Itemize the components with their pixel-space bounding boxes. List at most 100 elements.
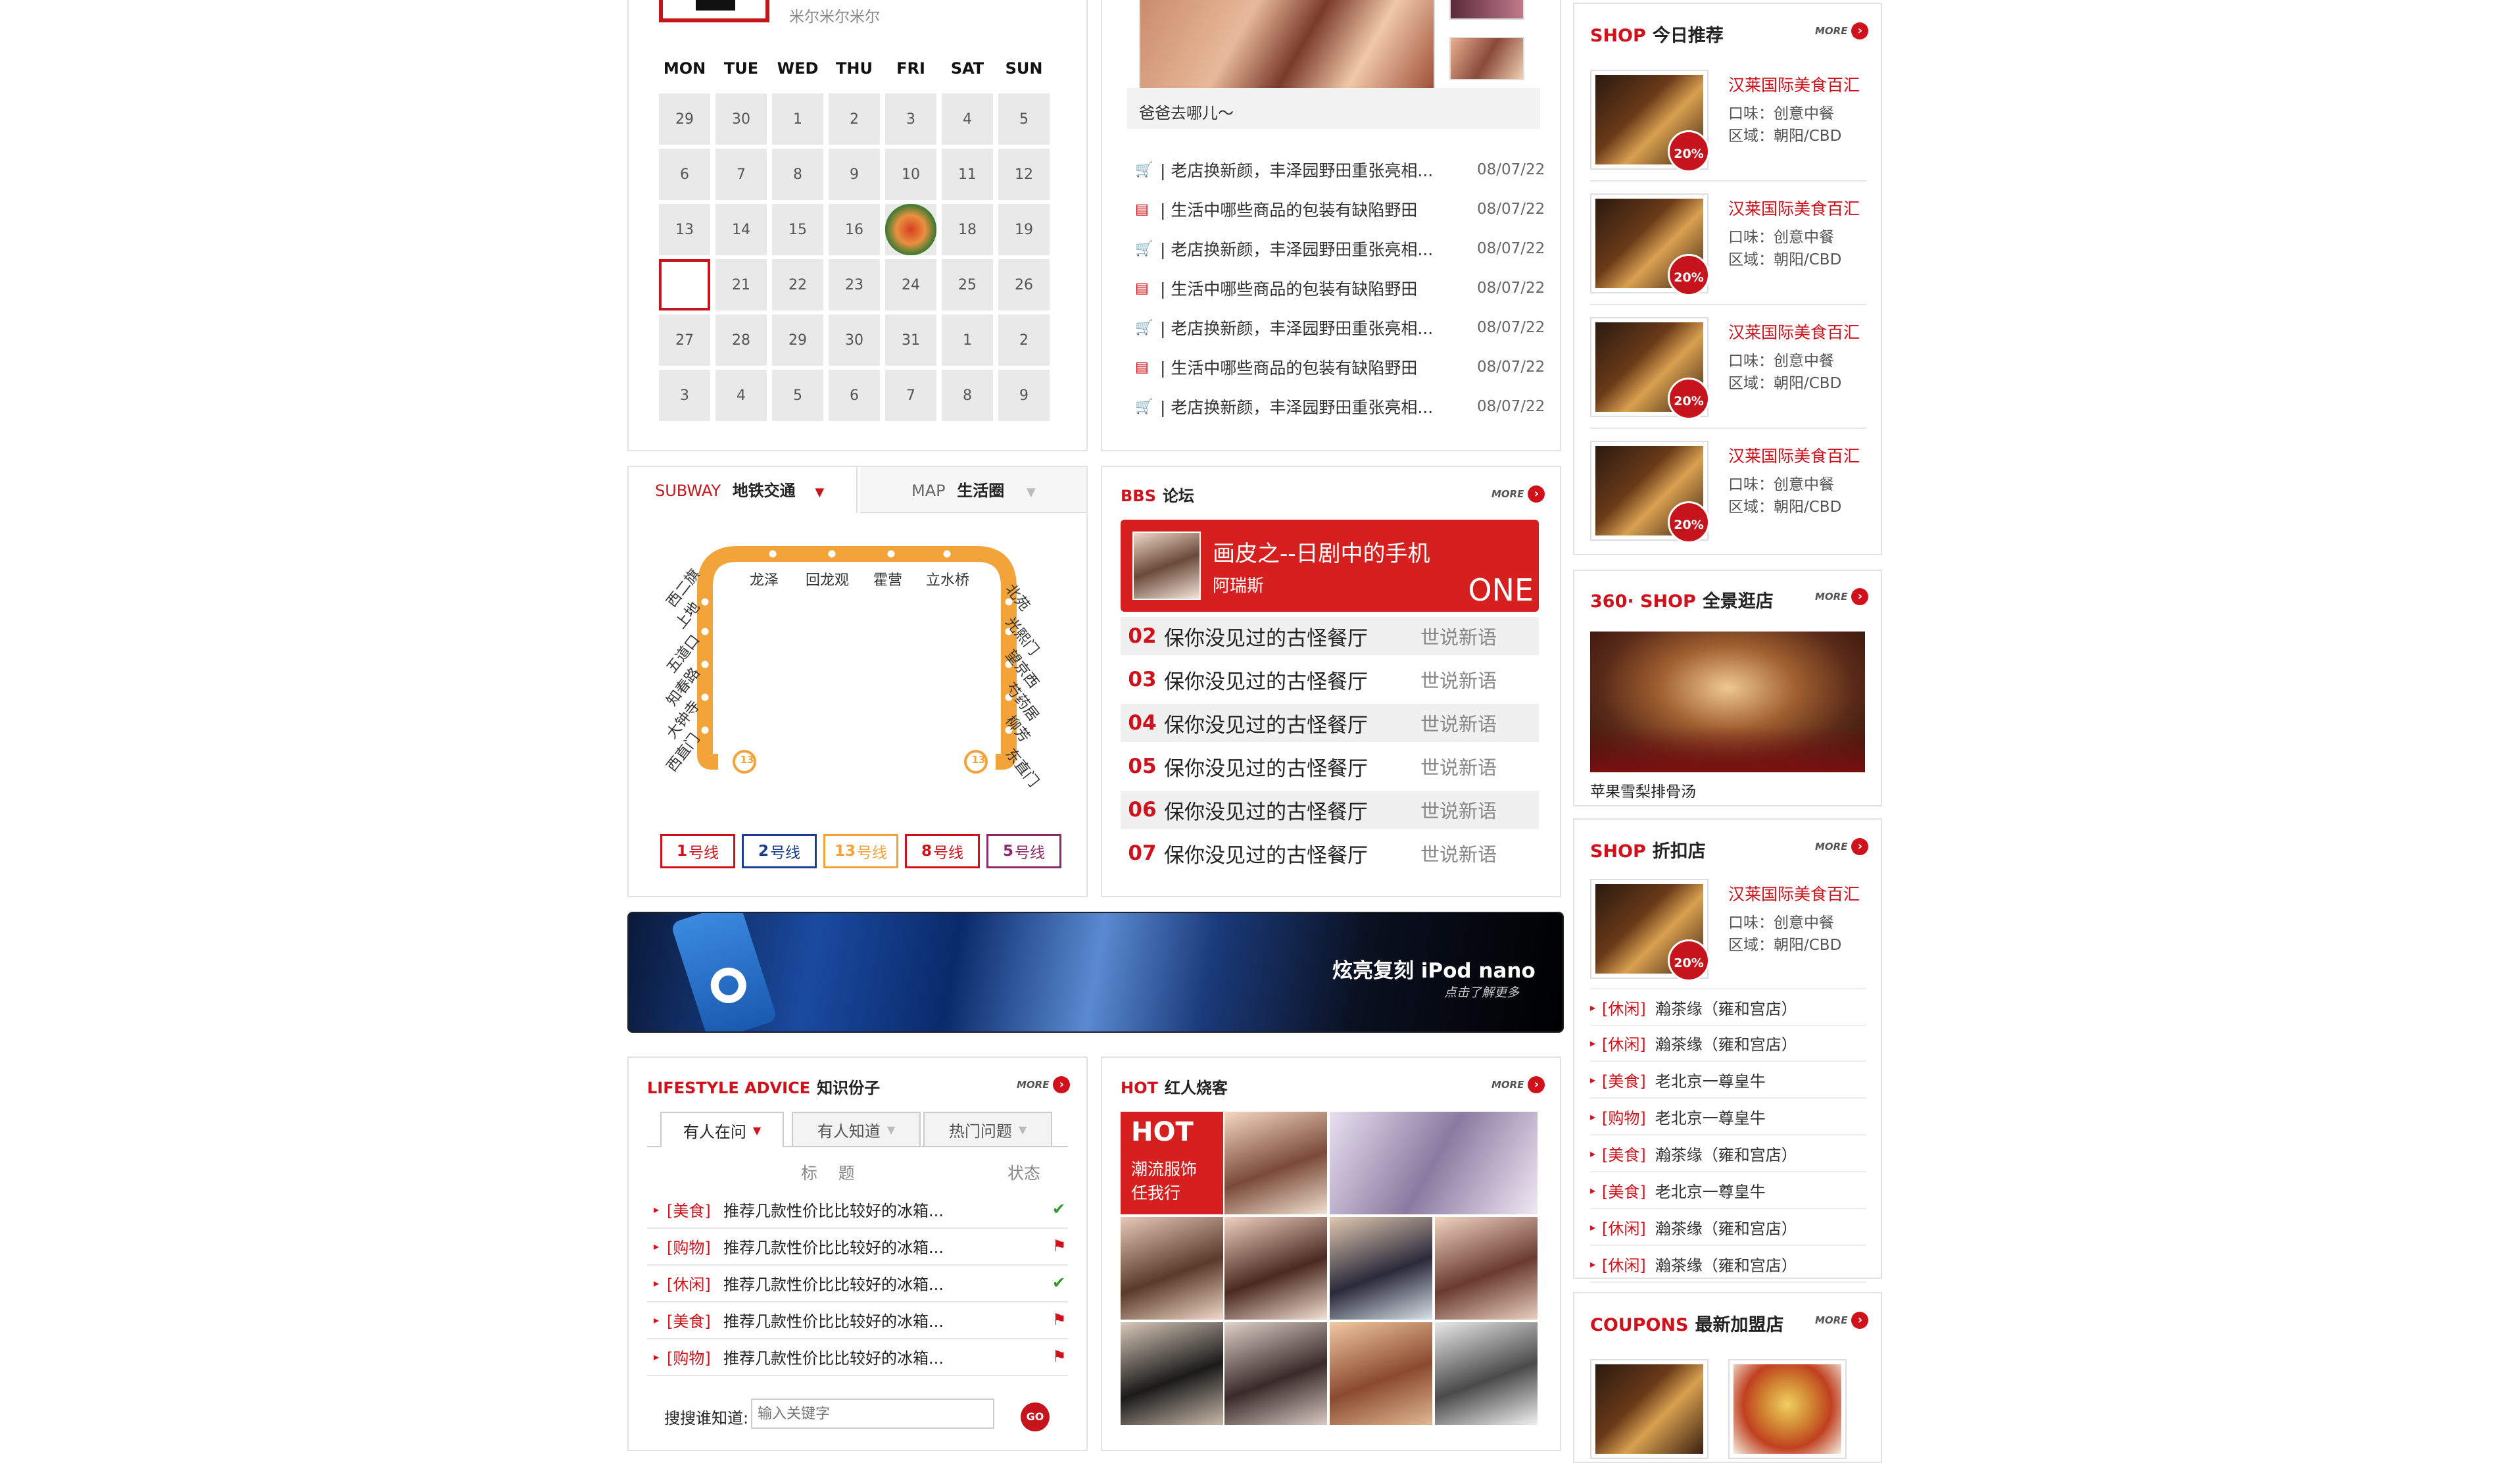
bbs-more-link[interactable]: MORE ›: [1491, 485, 1545, 503]
shop360-caption[interactable]: 苹果雪梨排骨汤: [1590, 779, 1696, 801]
bbs-post[interactable]: 02 保你没见过的古怪餐厅 世说新语: [1121, 617, 1539, 655]
question-row[interactable]: ▸ [购物] 推荐几款性价比比较好的冰箱... ⚑: [647, 1227, 1068, 1266]
calendar-day[interactable]: 30: [829, 314, 880, 366]
hot-more-link[interactable]: MORE ›: [1491, 1076, 1545, 1093]
bbs-post[interactable]: 05 保你没见过的古怪餐厅 世说新语: [1121, 747, 1539, 785]
shop-name[interactable]: 汉莱国际美食百汇: [1728, 196, 1860, 220]
calendar-day[interactable]: 11: [942, 149, 993, 200]
hot-person-photo[interactable]: [1330, 1322, 1432, 1425]
subway-line-button[interactable]: 8 号线: [905, 834, 980, 868]
calendar-day[interactable]: 28: [715, 314, 767, 366]
calendar-day[interactable]: 14: [715, 204, 767, 255]
calendar-day[interactable]: 1: [772, 93, 823, 145]
shop-name[interactable]: 汉莱国际美食百汇: [1728, 320, 1860, 343]
calendar-day[interactable]: 29: [659, 93, 710, 145]
tab-ask[interactable]: 有人在问 ▼: [660, 1112, 784, 1147]
news-item[interactable]: 🛒 | 老店换新颜，丰泽园野田重张亮相... 08/07/22: [1135, 395, 1545, 418]
hot-person-photo[interactable]: [1224, 1322, 1327, 1425]
calendar-day[interactable]: 31: [885, 314, 936, 366]
bbs-post[interactable]: 07 保你没见过的古怪餐厅 世说新语: [1121, 834, 1539, 872]
calendar-day[interactable]: 9: [998, 370, 1050, 421]
subway-line-button[interactable]: 13 号线: [823, 834, 898, 868]
calendar-day[interactable]: 1: [942, 314, 993, 366]
shop-thumb[interactable]: 20%: [1590, 441, 1710, 543]
calendar-day[interactable]: 8: [942, 370, 993, 421]
coupons-more-link[interactable]: MORE ›: [1815, 1312, 1869, 1329]
lifestyle-more-link[interactable]: MORE ›: [1017, 1076, 1071, 1093]
shop-thumb[interactable]: 20%: [1590, 70, 1710, 172]
discount-list-item[interactable]: ▸ [美食] 瀚茶缘（雍和宫店）: [1590, 1135, 1866, 1172]
question-row[interactable]: ▸ [休闲] 推荐几款性价比比较好的冰箱... ✔: [647, 1264, 1068, 1302]
hot-person-photo[interactable]: [1121, 1217, 1223, 1320]
calendar-day-event-boot[interactable]: [659, 259, 710, 310]
calendar-day[interactable]: 12: [998, 149, 1050, 200]
calendar-day[interactable]: 10: [885, 149, 936, 200]
calendar-day[interactable]: 5: [998, 93, 1050, 145]
discount-list-item[interactable]: ▸ [休闲] 瀚茶缘（雍和宫店）: [1590, 988, 1866, 1026]
shop360-panorama-image[interactable]: [1590, 632, 1865, 772]
hot-person-photo[interactable]: [1330, 1112, 1538, 1214]
calendar-day[interactable]: 18: [942, 204, 993, 255]
calendar-day[interactable]: 3: [885, 93, 936, 145]
discount-list-item[interactable]: ▸ [休闲] 瀚茶缘（雍和宫店）: [1590, 1209, 1866, 1246]
calendar-day[interactable]: 9: [829, 149, 880, 200]
calendar-day[interactable]: 19: [998, 204, 1050, 255]
station-label[interactable]: 霍营: [873, 568, 902, 589]
calendar-day[interactable]: 21: [715, 259, 767, 310]
shop-thumb[interactable]: 20%: [1590, 317, 1710, 420]
hot-person-photo[interactable]: [1121, 1322, 1223, 1425]
calendar-day[interactable]: 27: [659, 314, 710, 366]
station-label[interactable]: 龙泽: [750, 568, 779, 589]
question-row[interactable]: ▸ [购物] 推荐几款性价比比较好的冰箱... ⚑: [647, 1338, 1068, 1376]
calendar-day[interactable]: 22: [772, 259, 823, 310]
calendar-day[interactable]: 8: [772, 149, 823, 200]
shop-name[interactable]: 汉莱国际美食百汇: [1728, 443, 1860, 467]
tab-hot-questions[interactable]: 热门问题 ▼: [923, 1112, 1052, 1147]
calendar-day-event-pizza[interactable]: [885, 204, 936, 255]
calendar-day[interactable]: 23: [829, 259, 880, 310]
news-item[interactable]: 🛒 | 老店换新颜，丰泽园野田重张亮相... 08/07/22: [1135, 237, 1545, 260]
question-row[interactable]: ▸ [美食] 推荐几款性价比比较好的冰箱... ⚑: [647, 1301, 1068, 1339]
calendar-day[interactable]: 13: [659, 204, 710, 255]
discount-list-item[interactable]: ▸ [休闲] 瀚茶缘（雍和宫店）: [1590, 1246, 1866, 1283]
calendar-day[interactable]: 4: [942, 93, 993, 145]
question-row[interactable]: ▸ [美食] 推荐几款性价比比较好的冰箱... ✔: [647, 1191, 1068, 1229]
hot-promo-tile[interactable]: HOT 潮流服饰 任我行: [1121, 1112, 1223, 1214]
go-button[interactable]: GO: [1021, 1402, 1050, 1431]
calendar-day[interactable]: 26: [998, 259, 1050, 310]
calendar-day[interactable]: 3: [659, 370, 710, 421]
calendar-day[interactable]: 15: [772, 204, 823, 255]
discount-list-item[interactable]: ▸ [美食] 老北京一尊皇牛: [1590, 1062, 1866, 1099]
hot-person-photo[interactable]: [1224, 1112, 1327, 1214]
subway-line-button[interactable]: 2 号线: [742, 834, 817, 868]
bbs-post[interactable]: 06 保你没见过的古怪餐厅 世说新语: [1121, 791, 1539, 829]
calendar-day[interactable]: 5: [772, 370, 823, 421]
news-item[interactable]: ▤ | 生活中哪些商品的包装有缺陷野田 08/07/22: [1135, 355, 1545, 379]
shop-name[interactable]: 汉莱国际美食百汇: [1728, 72, 1860, 96]
station-label[interactable]: 立水桥: [926, 568, 969, 589]
hot-person-photo[interactable]: [1224, 1217, 1327, 1320]
hot-person-photo[interactable]: [1435, 1322, 1538, 1425]
bbs-post[interactable]: 04 保你没见过的古怪餐厅 世说新语: [1121, 704, 1539, 742]
feature-image[interactable]: [1139, 0, 1435, 89]
discount-shop-name[interactable]: 汉莱国际美食百汇: [1728, 881, 1860, 905]
lifestyle-search-input[interactable]: [751, 1399, 994, 1429]
calendar-day[interactable]: 4: [715, 370, 767, 421]
coupon-thumb-2[interactable]: [1728, 1359, 1847, 1459]
calendar-day[interactable]: 16: [829, 204, 880, 255]
calendar-day[interactable]: 24: [885, 259, 936, 310]
discount-shop-thumb[interactable]: 20%: [1590, 879, 1710, 981]
bbs-post[interactable]: 03 保你没见过的古怪餐厅 世说新语: [1121, 660, 1539, 699]
feature-caption[interactable]: 爸爸去哪儿～: [1139, 100, 1234, 123]
calendar-day[interactable]: 25: [942, 259, 993, 310]
shop-thumb[interactable]: 20%: [1590, 193, 1710, 296]
ipod-banner[interactable]: 炫亮复刻 iPod nano 点击了解更多: [627, 912, 1564, 1033]
subway-line-button[interactable]: 5 号线: [986, 834, 1061, 868]
discount-list-item[interactable]: ▸ [休闲] 瀚茶缘（雍和宫店）: [1590, 1025, 1866, 1062]
shop360-more-link[interactable]: MORE ›: [1815, 588, 1869, 605]
feature-thumb-2[interactable]: [1449, 37, 1524, 80]
hot-person-photo[interactable]: [1435, 1217, 1538, 1320]
hot-person-photo[interactable]: [1330, 1217, 1432, 1320]
calendar-day[interactable]: 6: [829, 370, 880, 421]
subway-map[interactable]: [651, 539, 1072, 816]
